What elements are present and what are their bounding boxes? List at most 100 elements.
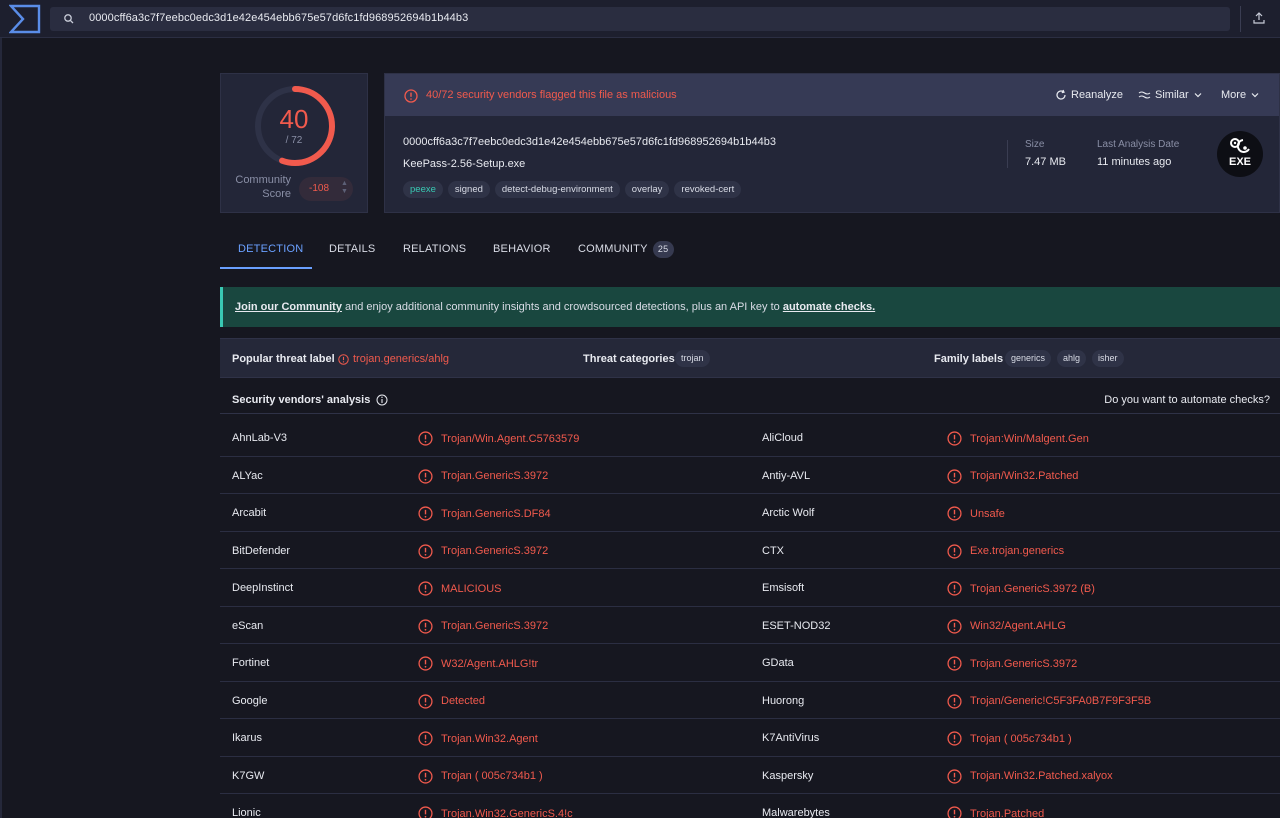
vendor-result-text: Exe.trojan.generics	[970, 545, 1065, 557]
automate-checks-prompt[interactable]: Do you want to automate checks?	[1104, 394, 1270, 406]
vendor-name: Ikarus	[232, 732, 262, 744]
vendor-name: AliCloud	[762, 432, 803, 444]
tab-behavior[interactable]: BEHAVIOR	[493, 243, 551, 255]
tag-peexe[interactable]: peexe	[403, 181, 443, 198]
threat-categories: trojan	[675, 350, 710, 367]
vendor-row: DeepInstinct MALICIOUS Emsisoft Trojan.Gene…	[220, 569, 1280, 607]
family-pill[interactable]: ahlg	[1057, 350, 1087, 367]
vendor-result-text: Trojan:Win/Malgent.Gen	[970, 432, 1089, 445]
meta-divider	[1007, 140, 1008, 168]
tab-bar: DETECTION DETAILS RELATIONS BEHAVIOR COM…	[220, 232, 690, 269]
popular-threat-label: Popular threat label	[232, 353, 335, 365]
alert-icon	[418, 693, 433, 709]
vendor-name: K7GW	[232, 769, 265, 782]
banner-text: Join our Community and enjoy additional …	[235, 301, 875, 313]
search-bar[interactable]: 0000cff6a3c7f7eebc0edc3d1e42e454ebb675e5…	[50, 7, 1230, 31]
chevron-down-icon	[1194, 93, 1202, 98]
file-hash[interactable]: 0000cff6a3c7f7eebc0edc3d1e42e454ebb675e5…	[403, 136, 776, 148]
vendor-result: Trojan ( 005c734b1 )	[947, 731, 1072, 746]
vendor-result: Trojan/Generic!C5F3FA0B7F9F3F5B	[947, 693, 1151, 709]
alert-icon	[418, 543, 433, 559]
detection-total: / 72	[285, 135, 303, 146]
tag-overlay[interactable]: overlay	[624, 181, 670, 198]
vendor-name: AhnLab-V3	[232, 432, 288, 444]
tag-detect-debug-environment[interactable]: detect-debug-environment	[494, 181, 620, 198]
tag-revoked-cert[interactable]: revoked-cert	[674, 181, 742, 198]
top-bar: 0000cff6a3c7f7eebc0edc3d1e42e454ebb675e5…	[0, 0, 1280, 38]
vendor-result-text: Trojan.Win32.Patched.xalyox	[970, 770, 1113, 782]
chevron-down-icon	[1251, 93, 1259, 98]
vendor-result: W32/Agent.AHLG!tr	[418, 656, 538, 671]
reanalyze-button[interactable]: Reanalyze	[1055, 89, 1123, 101]
vendor-result: Trojan.GenericS.3972	[418, 468, 549, 484]
vendor-name: Huorong	[762, 694, 805, 707]
vendor-rows: AhnLab-V3 Trojan/Win.Agent.C5763579 AliClo…	[220, 419, 1280, 818]
tab-details[interactable]: DETAILS	[329, 243, 375, 255]
toolbar-divider	[1240, 6, 1241, 32]
vendor-name: ESET-NOD32	[762, 619, 831, 632]
detection-count: 40	[279, 104, 309, 134]
alert-icon	[418, 656, 433, 671]
left-edge	[0, 38, 2, 818]
vendor-result: Trojan.Win32.Patched.xalyox	[947, 768, 1113, 784]
vendor-result-text: Trojan.GenericS.3972	[441, 470, 549, 482]
file-name: KeePass-2.56-Setup.exe	[403, 158, 526, 170]
search-input[interactable]: 0000cff6a3c7f7eebc0edc3d1e42e454ebb675e5…	[89, 12, 468, 24]
tab-relations[interactable]: RELATIONS	[403, 243, 466, 255]
vendor-result-text: Trojan/Win32.Patched	[970, 470, 1079, 482]
vendor-name: Kaspersky	[762, 769, 814, 782]
vendor-row: K7GW Trojan ( 005c734b1 ) Kaspersky Trojan.…	[220, 757, 1280, 794]
last-analysis-value: 11 minutes ago	[1097, 156, 1172, 168]
more-button[interactable]: More	[1221, 89, 1260, 101]
vendors-title-text: Security vendors' analysis	[232, 394, 371, 406]
vendor-result: Trojan:Win/Malgent.Gen	[947, 431, 1089, 446]
similar-label: Similar	[1155, 89, 1189, 101]
vendor-name: ALYac	[232, 469, 263, 482]
family-pill[interactable]: generics	[1005, 350, 1052, 367]
reanalyze-label: Reanalyze	[1071, 89, 1123, 101]
search-icon[interactable]	[62, 12, 76, 26]
info-icon[interactable]	[376, 394, 388, 406]
vendor-result-text: MALICIOUS	[441, 582, 502, 595]
vendor-result-text: Trojan.Win32.GenericS.4!c	[441, 807, 573, 818]
file-detail-panel: 40/72 security vendors flagged this file…	[384, 73, 1280, 213]
similar-button[interactable]: Similar	[1138, 89, 1203, 101]
category-pill[interactable]: trojan	[675, 350, 710, 367]
alert-icon	[418, 806, 433, 818]
vendor-name: Lionic	[232, 807, 261, 818]
vendor-result: Unsafe	[947, 506, 1005, 521]
vendor-result: Trojan.Win32.Agent	[418, 731, 538, 746]
family-labels-label: Family labels	[934, 353, 1004, 365]
vendor-row: Fortinet W32/Agent.AHLG!tr GData Trojan.Gen…	[220, 644, 1280, 682]
vendor-result: Trojan.GenericS.3972	[418, 543, 548, 559]
community-score-pill[interactable]: -108 ▲ ▼	[299, 177, 353, 201]
family-pill[interactable]: isher	[1092, 350, 1124, 367]
file-type-label: EXE	[1228, 156, 1251, 168]
vendor-result-text: Trojan.Patched	[970, 807, 1045, 818]
vendor-result: MALICIOUS	[418, 581, 502, 596]
vendor-result-text: Trojan.GenericS.3972	[970, 657, 1078, 670]
vendor-result-text: Trojan.Win32.Agent	[441, 732, 538, 745]
virustotal-logo-icon[interactable]	[9, 4, 41, 34]
tab-community[interactable]: COMMUNITY 25	[578, 241, 674, 258]
alert-icon	[947, 618, 962, 634]
vendor-result: Trojan.Patched	[947, 806, 1044, 818]
vendor-result-text: Trojan.GenericS.3972 (B)	[970, 582, 1095, 595]
tab-detection[interactable]: DETECTION	[238, 243, 303, 255]
alert-icon	[418, 468, 433, 484]
automate-checks-link[interactable]: automate checks.	[783, 301, 875, 313]
alert-icon	[947, 506, 962, 521]
vendor-name: Arcabit	[232, 507, 267, 519]
upload-icon[interactable]	[1252, 11, 1266, 25]
vendor-name: Antiy-AVL	[762, 469, 811, 482]
detail-header: 40/72 security vendors flagged this file…	[385, 74, 1279, 116]
banner-middle-text: and enjoy additional community insights …	[341, 301, 783, 313]
popular-threat-value[interactable]: trojan.generics/ahlg	[338, 353, 449, 365]
tag-signed[interactable]: signed	[447, 181, 490, 198]
join-community-link[interactable]: Join our Community	[235, 301, 342, 313]
alert-icon	[947, 581, 962, 596]
vendor-row: Arcabit Trojan.GenericS.DF84 Arctic Wolf Un…	[220, 494, 1280, 532]
vote-arrows-icon[interactable]: ▲ ▼	[341, 180, 348, 196]
alert-icon	[418, 731, 433, 746]
alert-icon	[947, 768, 962, 784]
